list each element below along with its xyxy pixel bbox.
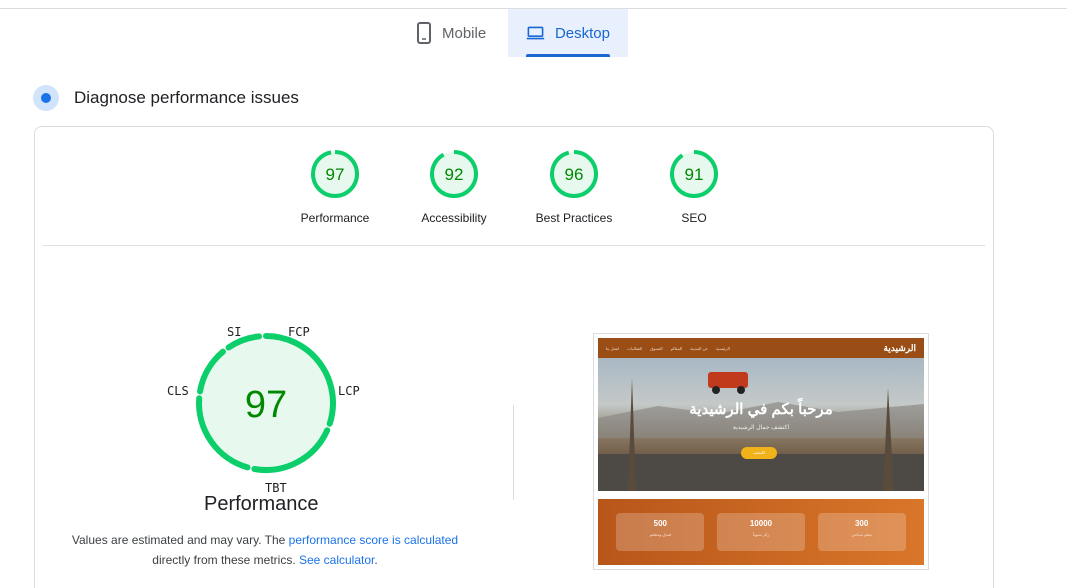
note-text: Values are estimated and may vary. The [71,533,289,547]
phone-icon [417,22,431,44]
tab-mobile-label: Mobile [442,24,487,42]
note-text: . [374,553,378,567]
category-gauge-best-practices[interactable]: 96 Best Practices [519,149,629,225]
card-divider [43,245,985,246]
tab-desktop[interactable]: Desktop [508,9,628,57]
performance-title: Performance [204,493,319,515]
site-logo: الرشيدية [883,342,916,353]
nav-link: اتصل بنا [606,345,620,351]
score-ring-icon: 92 [430,150,478,198]
stat-label: معلم سياحي [851,532,873,537]
tab-active-indicator [526,54,610,57]
metric-label-cls: CLS [167,384,189,398]
performance-gauge: 97 [196,333,336,473]
category-score: 97 [326,165,345,184]
score-ring-icon: 97 [311,150,359,198]
hero-subtitle: اكتشف جمال الرشيدية [732,425,790,431]
category-gauge-accessibility[interactable]: 92 Accessibility [399,149,509,225]
diagnose-icon [33,85,59,111]
score-ring-icon: 91 [670,150,718,198]
stat-card: 300 معلم سياحي [817,513,906,551]
nav-link: الفعاليات [627,345,643,351]
metric-label-si: SI [227,325,242,339]
category-gauge-seo[interactable]: 91 SEO [639,149,749,225]
stat-label: فندق ومطعم [649,532,672,537]
site-hero: مرحباً بكم في الرشيدية اكتشف جمال الرشيد… [598,358,924,491]
stat-value: 10000 [749,519,773,528]
nav-link: الرئيسية [716,345,730,351]
metric-label-lcp: LCP [338,384,360,398]
hero-title: مرحباً بكم في الرشيدية [689,401,833,418]
nav-link: عن المدينة [690,345,708,351]
see-calculator-link[interactable]: See calculator [299,553,374,567]
section-title: Diagnose performance issues [74,88,299,107]
stat-label: زائر سنوياً [752,532,770,537]
laptop-icon [526,26,545,40]
site-stats: 500 فندق ومطعم 10000 زائر سنوياً 300 معل… [598,499,924,565]
score-calculated-link[interactable]: performance score is calculated [289,533,458,547]
note-text: directly from these metrics. [152,553,299,567]
nav-link: التسوق [650,345,663,351]
stat-value: 300 [854,519,869,528]
report-card: 97 Performance 92 Accessibility 96 Best … [34,126,994,588]
category-label: Accessibility [421,211,487,225]
stat-value: 500 [653,519,667,528]
tab-desktop-label: Desktop [554,24,610,42]
perf-note-line1: Values are estimated and may vary. The p… [55,530,475,550]
category-score: 92 [445,165,464,184]
site-nav-links: اتصل بنا الفعاليات التسوق المعالم عن الم… [606,346,730,351]
category-label: Best Practices [535,211,613,225]
category-score: 96 [565,165,584,184]
category-score: 91 [685,165,704,184]
category-label: Performance [300,211,370,225]
category-gauge-performance[interactable]: 97 Performance [280,149,390,225]
hero-button: اكتشف [741,447,777,459]
stat-card: 10000 زائر سنوياً [716,513,805,551]
stat-card: 500 فندق ومطعم [616,513,705,551]
category-label: SEO [681,211,707,225]
site-navbar: اتصل بنا الفعاليات التسوق المعالم عن الم… [598,338,924,358]
page-screenshot[interactable]: اتصل بنا الفعاليات التسوق المعالم عن الم… [593,333,929,570]
metric-label-fcp: FCP [288,325,310,339]
nav-link: المعالم [670,345,683,351]
vertical-divider [513,405,514,500]
performance-score: 97 [245,384,287,426]
tab-mobile[interactable]: Mobile [398,9,508,57]
score-ring-icon: 96 [550,150,598,198]
perf-note-line2: directly from these metrics. See calcula… [55,550,475,570]
